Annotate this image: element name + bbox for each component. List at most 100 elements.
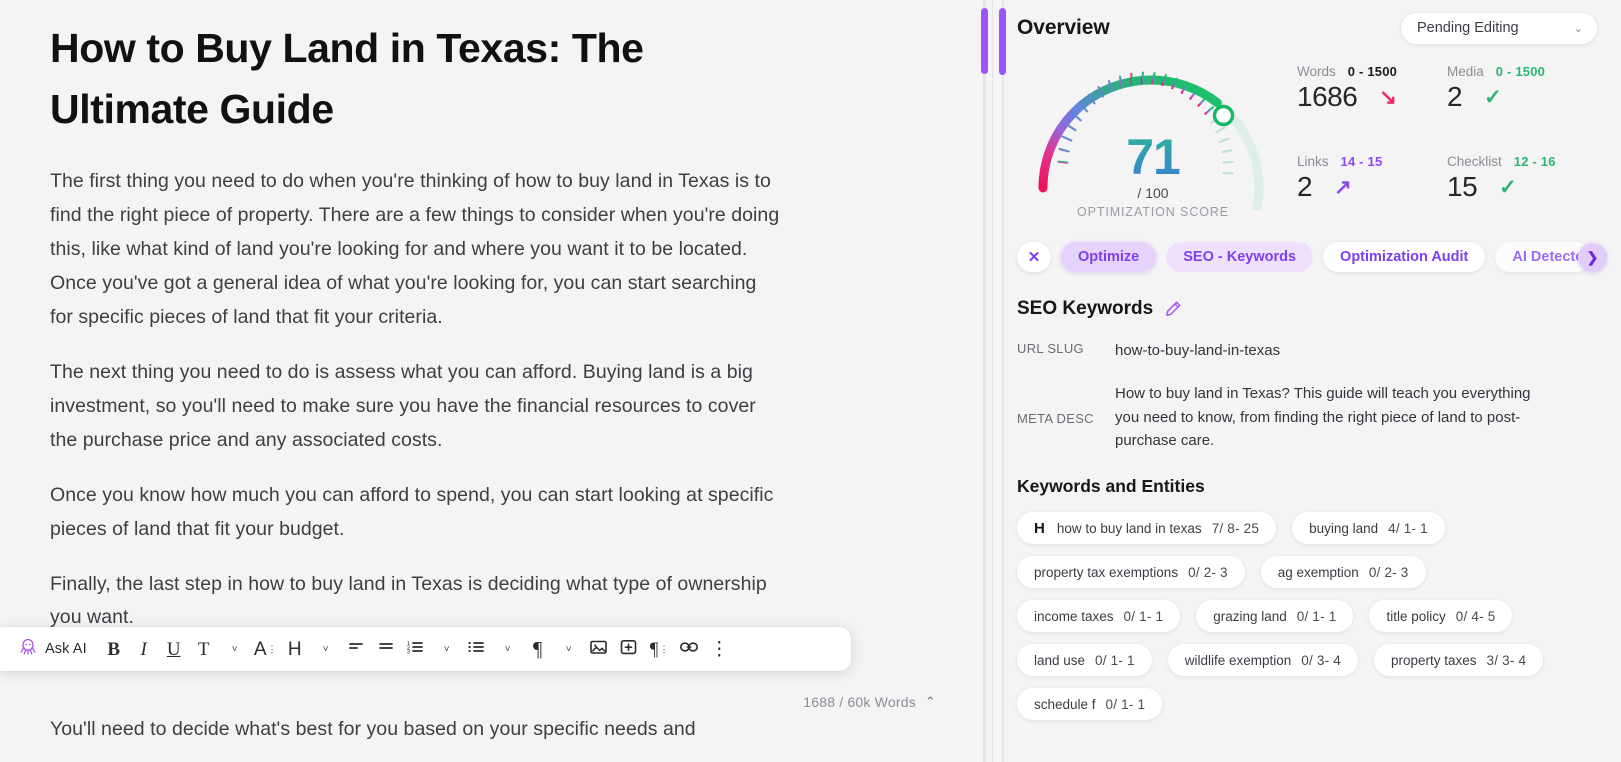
heading-dropdown-button[interactable]: ˅ [311, 633, 341, 665]
tab-label: SEO - Keywords [1183, 249, 1297, 265]
chevron-up-icon[interactable]: ⌃ [925, 694, 936, 710]
edit-pencil-icon[interactable] [1163, 299, 1183, 319]
keyword-chip[interactable]: schedule f 0/ 1- 1 [1017, 688, 1163, 720]
metric-range: 0 - 1500 [1347, 64, 1398, 79]
document-title[interactable]: How to Buy Land in Texas: The Ultimate G… [50, 18, 710, 139]
keyword-chip[interactable]: title policy 0/ 4- 5 [1369, 600, 1513, 632]
metric-name: Media [1447, 64, 1484, 79]
keyword-count: 0/ 1- 1 [1095, 652, 1135, 668]
bold-button[interactable]: B [99, 633, 129, 665]
chevron-down-icon: ⌄ [1573, 22, 1583, 35]
italic-button[interactable]: I [129, 633, 159, 665]
align-left-icon [347, 638, 365, 661]
keyword-count: 0/ 1- 1 [1105, 696, 1146, 712]
gauge-caption: OPTIMIZATION SCORE [1076, 205, 1230, 219]
document-paragraph-5[interactable]: You'll need to decide what's best for yo… [50, 713, 780, 747]
url-slug-row: URL SLUG how-to-buy-land-in-texas [1017, 339, 1597, 362]
align-center-button[interactable] [371, 633, 401, 665]
metric-range: 0 - 1500 [1495, 64, 1546, 79]
close-panel-button[interactable]: ✕ [1017, 242, 1051, 272]
panel-scrollbar-track[interactable] [1002, 0, 1004, 762]
heading-button[interactable]: H [280, 633, 310, 665]
font-color-dots-icon: ⋮ [267, 643, 277, 654]
url-slug-label: URL SLUG [1017, 341, 1084, 356]
tabs-next-button[interactable]: ❯ [1578, 243, 1607, 272]
keyword-chip[interactable]: buying land 4/ 1- 1 [1292, 512, 1445, 544]
ordered-list-button[interactable]: 1 2 3 [401, 633, 431, 665]
tab-optimization-audit[interactable]: Optimization Audit [1323, 242, 1486, 272]
bullet-list-icon [467, 638, 486, 661]
paragraph-style-button[interactable]: ¶ [523, 633, 553, 665]
keyword-chip[interactable]: property taxes 3/ 3- 4 [1373, 644, 1544, 676]
meta-desc-row: META DESC How to buy land in Texas? This… [1017, 382, 1597, 452]
kebab-menu-icon: ⋮ [709, 638, 729, 660]
heading-badge: H [1034, 519, 1045, 537]
paragraph-style-dropdown-button[interactable]: ˅ [554, 633, 584, 665]
tab-seo-keywords[interactable]: SEO - Keywords [1166, 242, 1314, 272]
overview-title: Overview [1017, 16, 1110, 39]
chevron-down-icon: ˅ [504, 643, 511, 655]
keyword-chip[interactable]: income taxes 0/ 1- 1 [1017, 600, 1181, 632]
keyword-text: schedule f [1034, 696, 1096, 712]
url-slug-value[interactable]: how-to-buy-land-in-texas [1115, 339, 1280, 362]
ask-ai-icon [18, 637, 38, 662]
metric-value: 2 [1297, 171, 1313, 202]
align-left-button[interactable] [341, 633, 371, 665]
check-icon: ✓ [1499, 175, 1517, 199]
chevron-down-icon: ˅ [231, 643, 238, 655]
pilcrow-dots-icon: ⋮ [659, 643, 669, 654]
keyword-count: 0/ 3- 4 [1301, 652, 1341, 668]
gauge-score-value: 71 [1017, 132, 1289, 182]
keyword-count: 0/ 1- 1 [1296, 608, 1337, 624]
underline-button[interactable]: U [159, 633, 189, 665]
formatting-marks-button[interactable]: ¶ ⋮ [644, 633, 674, 665]
keyword-chip[interactable]: property tax exemptions 0/ 2- 3 [1017, 556, 1245, 588]
keyword-chip[interactable]: land use 0/ 1- 1 [1017, 644, 1152, 676]
optimization-score-gauge: 71 / 100 OPTIMIZATION SCORE [1017, 52, 1289, 222]
insert-link-button[interactable] [674, 633, 704, 665]
keyword-count: 0/ 2- 3 [1368, 564, 1409, 580]
pilcrow-icon: ¶ [532, 636, 543, 661]
keyword-count: 0/ 4- 5 [1455, 608, 1496, 624]
underline-icon: U [166, 638, 181, 660]
arrow-down-right-icon: ↘ [1379, 85, 1397, 109]
insert-element-button[interactable] [614, 633, 644, 665]
bullet-list-dropdown-button[interactable]: ˅ [493, 633, 523, 665]
document-paragraph-4[interactable]: Finally, the last step in how to buy lan… [50, 568, 780, 636]
insert-image-button[interactable] [584, 633, 614, 665]
document-paragraph-2[interactable]: The next thing you need to do is assess … [50, 356, 780, 458]
pilcrow-marks-icon: ¶ [649, 638, 659, 660]
keyword-count: 4/ 1- 1 [1388, 520, 1428, 536]
tab-optimize[interactable]: Optimize [1061, 242, 1157, 272]
editor-scrollbar-track[interactable] [983, 0, 986, 762]
formatting-toolbar: Ask AI B I U T ˅ A ⋮ H ˅ 1 2 3 ˅ ˅ ¶ ˅ ¶… [0, 627, 851, 671]
metric-name: Checklist [1447, 154, 1502, 169]
tab-label: Optimize [1078, 249, 1140, 265]
document-paragraph-3[interactable]: Once you know how much you can afford to… [50, 479, 780, 547]
bullet-list-button[interactable] [462, 633, 492, 665]
text-style-button[interactable]: T [189, 633, 219, 665]
keyword-chip[interactable]: ag exemption 0/ 2- 3 [1260, 556, 1426, 588]
editor-scrollbar-thumb[interactable] [981, 8, 988, 74]
meta-desc-value[interactable]: How to buy land in Texas? This guide wil… [1115, 382, 1535, 452]
document-paragraph-1[interactable]: The first thing you need to do when you'… [50, 165, 780, 335]
metric-value: 1686 [1297, 81, 1358, 112]
font-color-button[interactable]: A ⋮ [250, 633, 280, 665]
keyword-text: ag exemption [1277, 564, 1359, 580]
ordered-list-dropdown-button[interactable]: ˅ [432, 633, 462, 665]
ask-ai-button[interactable]: Ask AI [14, 633, 95, 665]
metric-name: Links [1297, 154, 1329, 169]
panel-scrollbar-thumb[interactable] [999, 8, 1006, 75]
status-dropdown[interactable]: Pending Editing ⌄ [1401, 12, 1597, 44]
keyword-chip[interactable]: wildlife exemption 0/ 3- 4 [1167, 644, 1358, 676]
tab-ai-detector[interactable]: AI Detector [1495, 242, 1592, 272]
word-count-bar[interactable]: 1688 / 60k Words ⌃ [803, 694, 936, 710]
text-style-dropdown-button[interactable]: ˅ [220, 633, 250, 665]
keyword-chip[interactable]: grazing land 0/ 1- 1 [1196, 600, 1354, 632]
seo-keywords-heading-row: SEO Keywords [1017, 298, 1597, 320]
metric-name: Words [1297, 64, 1336, 79]
keyword-chip[interactable]: H how to buy land in texas 7/ 8- 25 [1017, 512, 1277, 544]
more-options-button[interactable]: ⋮ [704, 633, 734, 665]
link-icon [679, 638, 699, 661]
meta-desc-label: META DESC [1017, 410, 1094, 426]
